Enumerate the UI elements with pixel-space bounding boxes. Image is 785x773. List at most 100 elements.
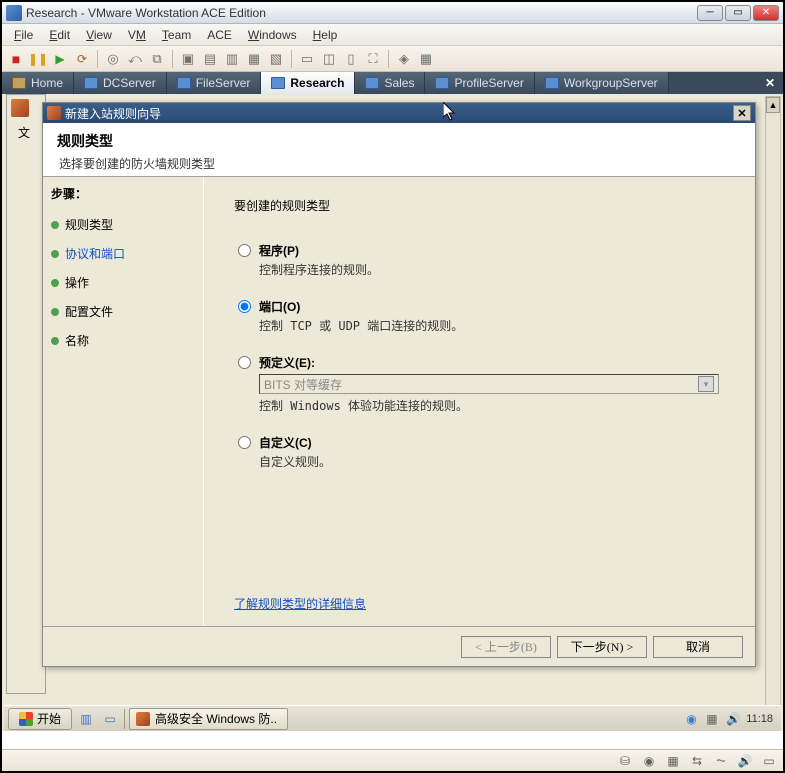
menu-vm[interactable]: VM xyxy=(120,26,154,44)
radio-custom-desc: 自定义规则。 xyxy=(259,453,725,470)
tb-play-button[interactable]: ▶ xyxy=(50,49,70,69)
radio-program-input[interactable] xyxy=(238,244,251,257)
window-title: Research - VMware Workstation ACE Editio… xyxy=(26,6,697,20)
quicklaunch-show-desktop[interactable]: ▥ xyxy=(76,709,96,729)
view-icon: ▭ xyxy=(301,51,313,67)
taskbar-clock[interactable]: 11:18 xyxy=(746,713,773,725)
windows-logo-icon xyxy=(19,712,33,726)
status-floppy-icon[interactable]: ▦ xyxy=(665,754,681,768)
tb-btn-e[interactable]: ▧ xyxy=(266,49,286,69)
wizard-close-button[interactable]: ✕ xyxy=(733,105,751,121)
bullet-icon xyxy=(51,308,59,316)
tb-view3-button[interactable]: ▯ xyxy=(341,49,361,69)
menu-windows[interactable]: Windows xyxy=(240,26,305,44)
dropdown-arrow-icon[interactable]: ▾ xyxy=(698,376,714,392)
tb-pause-button[interactable]: ❚❚ xyxy=(28,49,48,69)
desktop-icon: ▥ xyxy=(80,712,91,726)
status-cd-icon[interactable]: ◉ xyxy=(641,754,657,768)
tab-label: Home xyxy=(31,76,63,90)
taskbar-item-firewall[interactable]: 高级安全 Windows 防.. xyxy=(129,708,288,730)
start-button[interactable]: 开始 xyxy=(8,708,72,730)
close-button[interactable]: ✕ xyxy=(753,5,779,21)
tab-sales[interactable]: Sales xyxy=(355,72,425,94)
tb-revert-button[interactable]: ⤺ xyxy=(125,49,145,69)
predefined-combobox[interactable]: BITS 对等缓存 ▾ xyxy=(259,374,719,394)
radio-option-predefined[interactable]: 预定义(E): BITS 对等缓存 ▾ 控制 Windows 体验功能连接的规则… xyxy=(238,354,725,414)
tab-dcserver[interactable]: DCServer xyxy=(74,72,167,94)
tb-summary-button[interactable]: ▦ xyxy=(416,49,436,69)
stop-icon: ■ xyxy=(12,51,20,67)
step-ruletype[interactable]: 规则类型 xyxy=(47,210,199,239)
tray-volume-icon[interactable]: 🔊 xyxy=(726,712,740,726)
tab-workgroupserver[interactable]: WorkgroupServer xyxy=(535,72,669,94)
radio-custom-input[interactable] xyxy=(238,436,251,449)
minimize-button[interactable]: ─ xyxy=(697,5,723,21)
tb-snapshot-button[interactable]: ◎ xyxy=(103,49,123,69)
tb-btn-a[interactable]: ▣ xyxy=(178,49,198,69)
tray-icon[interactable]: ◉ xyxy=(686,712,700,726)
radio-port-input[interactable] xyxy=(238,300,251,313)
tb-unity-button[interactable]: ◈ xyxy=(394,49,414,69)
cancel-button[interactable]: 取消 xyxy=(653,636,743,658)
tb-manage-button[interactable]: ⧉ xyxy=(147,49,167,69)
generic-icon: ▧ xyxy=(270,51,282,67)
tb-btn-d[interactable]: ▦ xyxy=(244,49,264,69)
tb-stop-button[interactable]: ■ xyxy=(6,49,26,69)
tab-label: FileServer xyxy=(196,76,251,90)
menu-file[interactable]: File xyxy=(6,26,41,44)
bullet-icon xyxy=(51,250,59,258)
scrollbar-vertical[interactable]: ▲ xyxy=(765,96,781,731)
tb-view2-button[interactable]: ◫ xyxy=(319,49,339,69)
generic-icon: ▤ xyxy=(204,51,216,67)
next-button[interactable]: 下一步(N) > xyxy=(557,636,647,658)
start-label: 开始 xyxy=(37,710,61,727)
step-profile[interactable]: 配置文件 xyxy=(47,297,199,326)
back-button[interactable]: < 上一步(B) xyxy=(461,636,551,658)
menu-ace[interactable]: ACE xyxy=(199,26,240,44)
fullscreen-icon: ⛶ xyxy=(368,51,377,67)
toolbar: ■ ❚❚ ▶ ⟳ ◎ ⤺ ⧉ ▣ ▤ ▥ ▦ ▧ ▭ ◫ ▯ ⛶ ◈ ▦ xyxy=(2,46,783,72)
menu-view[interactable]: View xyxy=(78,26,120,44)
menu-bar: File Edit View VM Team ACE Windows Help xyxy=(2,24,783,46)
system-tray: ◉ ▦ 🔊 11:18 xyxy=(686,712,777,726)
step-label: 规则类型 xyxy=(65,216,113,233)
quicklaunch-explorer[interactable]: ▭ xyxy=(100,709,120,729)
status-usb-icon[interactable]: ⏦ xyxy=(713,754,729,768)
maximize-button[interactable]: ▭ xyxy=(725,5,751,21)
separator xyxy=(172,50,173,68)
tb-fullscreen-button[interactable]: ⛶ xyxy=(363,49,383,69)
tab-profileserver[interactable]: ProfileServer xyxy=(425,72,534,94)
wizard-titlebar[interactable]: 新建入站规则向导 ✕ xyxy=(43,103,755,123)
menu-edit[interactable]: Edit xyxy=(41,26,78,44)
tb-reset-button[interactable]: ⟳ xyxy=(72,49,92,69)
menu-help[interactable]: Help xyxy=(305,26,346,44)
tab-close-button[interactable]: ✕ xyxy=(757,72,783,94)
wizard-steps-panel: 步骤： 规则类型 协议和端口 操作 配置文件 名称 xyxy=(43,177,203,626)
radio-option-custom[interactable]: 自定义(C) 自定义规则。 xyxy=(238,434,725,470)
status-sound-icon[interactable]: 🔊 xyxy=(737,754,753,768)
step-action[interactable]: 操作 xyxy=(47,268,199,297)
step-protocol[interactable]: 协议和端口 xyxy=(47,239,199,268)
tb-btn-b[interactable]: ▤ xyxy=(200,49,220,69)
pause-icon: ❚❚ xyxy=(28,52,48,66)
tb-view1-button[interactable]: ▭ xyxy=(297,49,317,69)
status-network-icon[interactable]: ⇆ xyxy=(689,754,705,768)
step-name[interactable]: 名称 xyxy=(47,326,199,355)
tb-btn-c[interactable]: ▥ xyxy=(222,49,242,69)
tab-home[interactable]: Home xyxy=(2,72,74,94)
tray-network-icon[interactable]: ▦ xyxy=(706,712,720,726)
wizard-title: 新建入站规则向导 xyxy=(65,105,733,122)
radio-option-program[interactable]: 程序(P) 控制程序连接的规则。 xyxy=(238,242,725,278)
status-hdd-icon[interactable]: ⛁ xyxy=(617,754,633,768)
monitor-icon xyxy=(365,77,379,89)
scroll-up-arrow[interactable]: ▲ xyxy=(766,97,780,113)
tab-research[interactable]: Research xyxy=(261,72,355,94)
radio-option-port[interactable]: 端口(O) 控制 TCP 或 UDP 端口连接的规则。 xyxy=(238,298,725,334)
status-grab-icon[interactable]: ▭ xyxy=(761,754,777,768)
menu-team[interactable]: Team xyxy=(154,26,199,44)
learn-more-link[interactable]: 了解规则类型的详细信息 xyxy=(234,595,366,612)
tab-fileserver[interactable]: FileServer xyxy=(167,72,262,94)
generic-icon: ▦ xyxy=(248,51,260,67)
camera-icon: ◎ xyxy=(107,51,118,67)
radio-predefined-input[interactable] xyxy=(238,356,251,369)
